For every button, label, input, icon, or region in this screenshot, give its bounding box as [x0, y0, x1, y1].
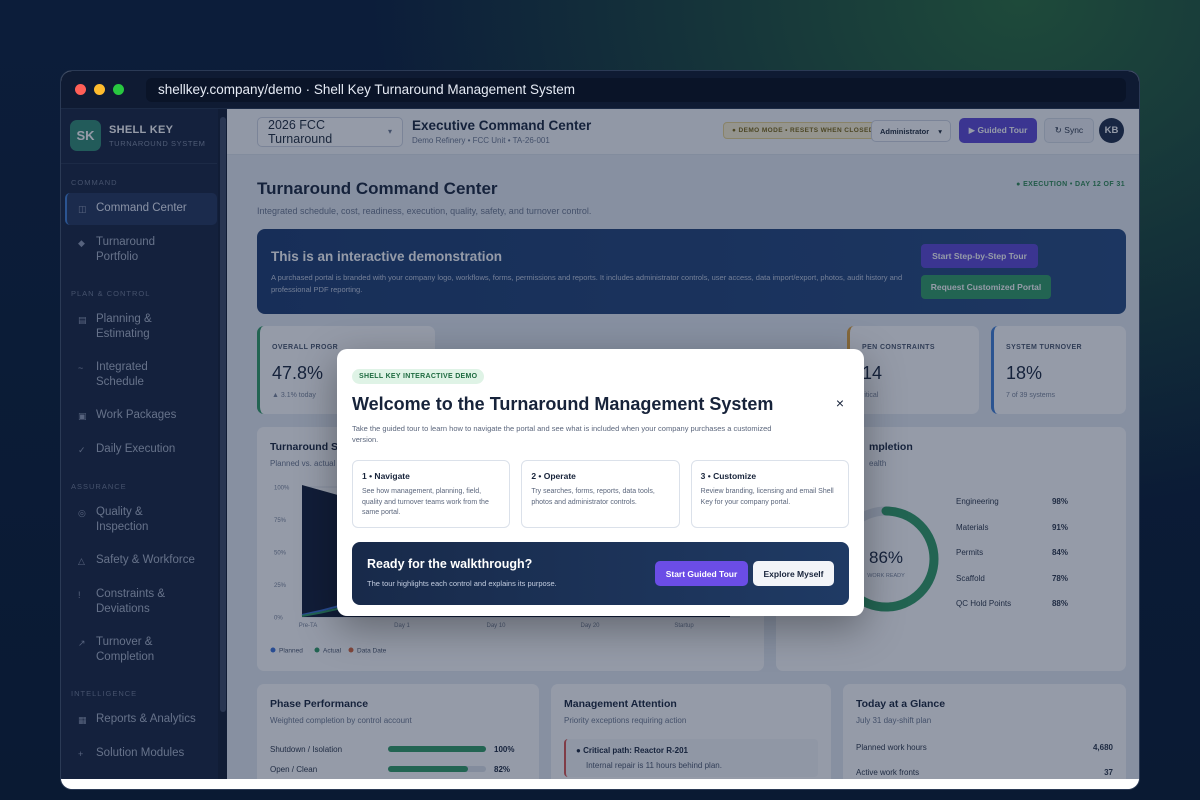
modal-title: Welcome to the Turnaround Management Sys…: [352, 394, 774, 414]
modal-badge: SHELL KEY INTERACTIVE DEMO: [352, 369, 485, 384]
modal-steps: 1 • Navigate See how management, plannin…: [352, 460, 849, 528]
walkthrough-panel: Ready for the walkthrough? The tour high…: [352, 542, 849, 605]
close-icon[interactable]: ×: [836, 395, 844, 411]
step-desc: Review branding, licensing and email She…: [700, 488, 834, 506]
step-desc: Try searches, forms, reports, data tools…: [531, 488, 655, 506]
welcome-modal: SHELL KEY INTERACTIVE DEMO Welcome to th…: [337, 349, 864, 616]
step-customize: 3 • Customize Review branding, licensing…: [690, 460, 849, 528]
minimize-window-button[interactable]: [94, 84, 105, 95]
title-bar: shellkey.company/demo · Shell Key Turnar…: [61, 71, 1139, 109]
step-navigate: 1 • Navigate See how management, plannin…: [352, 460, 511, 528]
start-guided-tour-button[interactable]: Start Guided Tour: [655, 561, 748, 586]
step-title: 1 • Navigate: [362, 471, 410, 481]
browser-window: shellkey.company/demo · Shell Key Turnar…: [60, 70, 1140, 790]
step-title: 2 • Operate: [531, 471, 576, 481]
step-desc: See how management, planning, field, qua…: [362, 488, 489, 516]
explore-myself-button[interactable]: Explore Myself: [753, 561, 834, 586]
modal-overlay[interactable]: SHELL KEY INTERACTIVE DEMO Welcome to th…: [61, 109, 1139, 779]
modal-subtitle: Take the guided tour to learn how to nav…: [352, 424, 772, 444]
step-title: 3 • Customize: [700, 471, 757, 481]
window-bottom: [61, 779, 1139, 789]
address-bar[interactable]: shellkey.company/demo · Shell Key Turnar…: [146, 77, 1126, 102]
maximize-window-button[interactable]: [113, 84, 124, 95]
close-window-button[interactable]: [75, 84, 86, 95]
step-operate: 2 • Operate Try searches, forms, reports…: [521, 460, 680, 528]
